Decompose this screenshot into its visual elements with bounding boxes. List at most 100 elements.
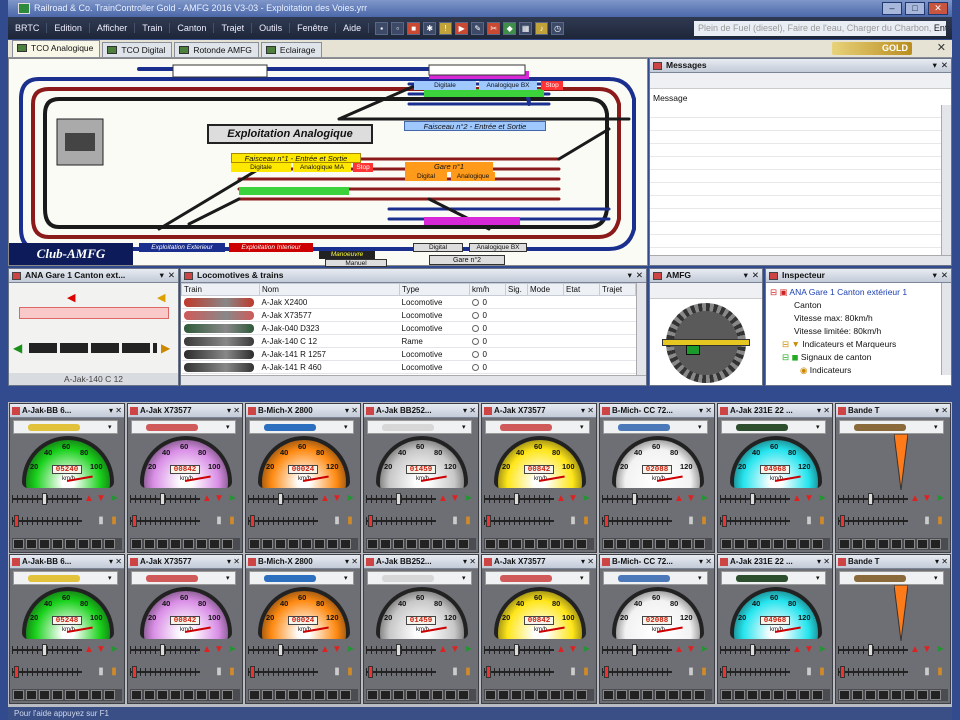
stop-icon[interactable]: ■ <box>407 21 421 35</box>
lever-icon[interactable]: ▮ <box>935 667 945 677</box>
function-button[interactable] <box>52 539 63 549</box>
function-button[interactable] <box>616 539 627 549</box>
function-button[interactable] <box>367 539 378 549</box>
function-button[interactable] <box>65 539 76 549</box>
function-button[interactable] <box>432 539 443 549</box>
tab-eclairage[interactable]: Eclairage <box>260 42 323 57</box>
print-icon[interactable]: ▫ <box>391 21 405 35</box>
slider-knob[interactable] <box>132 666 137 678</box>
function-button[interactable] <box>681 539 692 549</box>
function-button[interactable] <box>406 690 417 700</box>
function-button[interactable] <box>327 690 338 700</box>
function-button[interactable] <box>498 539 509 549</box>
function-button[interactable] <box>104 690 115 700</box>
slider-knob[interactable] <box>396 644 401 656</box>
up-arrow-icon[interactable]: ▲ <box>910 494 920 504</box>
lever-icon[interactable]: ▮ <box>96 516 106 526</box>
speed-slider[interactable]: ▲ ▼ ➤ <box>838 492 948 506</box>
forward-arrow-icon[interactable]: ➤ <box>227 494 237 504</box>
col-speed[interactable]: km/h <box>469 283 506 296</box>
close-icon[interactable]: ✕ <box>168 269 175 282</box>
function-button[interactable] <box>249 539 260 549</box>
speed-slider[interactable]: ▲ ▼ ➤ <box>366 643 476 657</box>
up-arrow-icon[interactable]: ▲ <box>202 645 212 655</box>
speed-slider[interactable]: ▲ ▼ ➤ <box>602 643 712 657</box>
function-button[interactable] <box>222 539 233 549</box>
slider-knob[interactable] <box>750 644 755 656</box>
loco-selector[interactable]: ▾ <box>131 420 236 434</box>
lever-icon[interactable]: ▮ <box>463 516 473 526</box>
loco-list-hscroll[interactable] <box>181 375 646 385</box>
cab-menu-icon[interactable]: ▾ ✕ <box>227 555 240 568</box>
function-button[interactable] <box>157 690 168 700</box>
lever-icon[interactable]: ▮ <box>922 667 932 677</box>
function-button[interactable] <box>432 690 443 700</box>
cab-menu-icon[interactable]: ▾ ✕ <box>817 404 830 417</box>
function-button[interactable] <box>445 690 456 700</box>
speed-slider[interactable]: ▲ ▼ ➤ <box>12 492 122 506</box>
function-button[interactable] <box>78 539 89 549</box>
slider-knob[interactable] <box>160 644 165 656</box>
loco-selector[interactable]: ▾ <box>249 420 354 434</box>
up-arrow-icon[interactable]: ▲ <box>556 494 566 504</box>
down-arrow-icon[interactable]: ▼ <box>332 645 342 655</box>
lever-icon[interactable]: ▮ <box>332 667 342 677</box>
function-button[interactable] <box>655 690 666 700</box>
forward-arrow-icon[interactable]: ➤ <box>817 494 827 504</box>
cab-menu-icon[interactable]: ▾ ✕ <box>699 404 712 417</box>
slider-knob[interactable] <box>14 666 19 678</box>
function-button[interactable] <box>288 690 299 700</box>
function-button[interactable] <box>249 690 260 700</box>
function-button[interactable] <box>642 539 653 549</box>
function-button[interactable] <box>209 690 220 700</box>
slider-knob[interactable] <box>278 493 283 505</box>
inspector-row[interactable]: ⊟ ◼ Signaux de canton <box>770 351 941 364</box>
up-arrow-icon[interactable]: ▲ <box>556 645 566 655</box>
function-button[interactable] <box>380 690 391 700</box>
lever-icon[interactable]: ▮ <box>109 667 119 677</box>
lever-icon[interactable]: ▮ <box>817 667 827 677</box>
function-button[interactable] <box>340 539 351 549</box>
pin-icon[interactable]: ▾ <box>628 269 632 282</box>
loco-selector[interactable]: ▾ <box>839 420 944 434</box>
speed-slider[interactable]: ▲ ▼ ➤ <box>838 643 948 657</box>
menu-trajet[interactable]: Trajet <box>214 23 253 33</box>
forward-arrow-icon[interactable]: ➤ <box>463 494 473 504</box>
function-button[interactable] <box>799 690 810 700</box>
col-etat[interactable]: Etat <box>563 283 600 296</box>
function-button[interactable] <box>275 539 286 549</box>
function-button[interactable] <box>275 690 286 700</box>
warning-icon[interactable]: ! <box>439 21 453 35</box>
lever-icon[interactable]: ▮ <box>568 516 578 526</box>
brake-slider[interactable]: ▮ ▮ <box>130 665 240 679</box>
slider-knob[interactable] <box>278 644 283 656</box>
speed-slider[interactable]: ▲ ▼ ➤ <box>484 643 594 657</box>
function-button[interactable] <box>485 690 496 700</box>
route-icon[interactable]: ◆ <box>503 21 517 35</box>
loco-selector[interactable]: ▾ <box>721 571 826 585</box>
lever-icon[interactable]: ▮ <box>581 516 591 526</box>
table-row[interactable]: A-Jak X73577 Locomotive 0 <box>181 308 636 322</box>
function-button[interactable] <box>52 690 63 700</box>
function-button[interactable] <box>865 539 876 549</box>
function-button[interactable] <box>603 539 614 549</box>
down-arrow-icon[interactable]: ▼ <box>922 645 932 655</box>
left-arrow-icon[interactable]: ◀ <box>13 341 22 355</box>
function-button[interactable] <box>917 539 928 549</box>
function-button[interactable] <box>734 690 745 700</box>
lever-icon[interactable]: ▮ <box>450 667 460 677</box>
slider-knob[interactable] <box>368 515 373 527</box>
cab-menu-icon[interactable]: ▾ ✕ <box>109 404 122 417</box>
lever-icon[interactable]: ▮ <box>345 516 355 526</box>
brake-slider[interactable]: ▮ ▮ <box>366 514 476 528</box>
loco-selector[interactable]: ▾ <box>485 420 590 434</box>
function-button[interactable] <box>747 539 758 549</box>
table-row[interactable]: A-Jak-040 D323 Locomotive 0 <box>181 321 636 335</box>
lever-icon[interactable]: ▮ <box>227 667 237 677</box>
forward-arrow-icon[interactable]: ➤ <box>699 494 709 504</box>
function-button[interactable] <box>262 690 273 700</box>
menu-afficher[interactable]: Afficher <box>90 23 136 33</box>
slider-knob[interactable] <box>368 666 373 678</box>
lever-icon[interactable]: ▮ <box>227 516 237 526</box>
brake-slider[interactable]: ▮ ▮ <box>248 665 358 679</box>
